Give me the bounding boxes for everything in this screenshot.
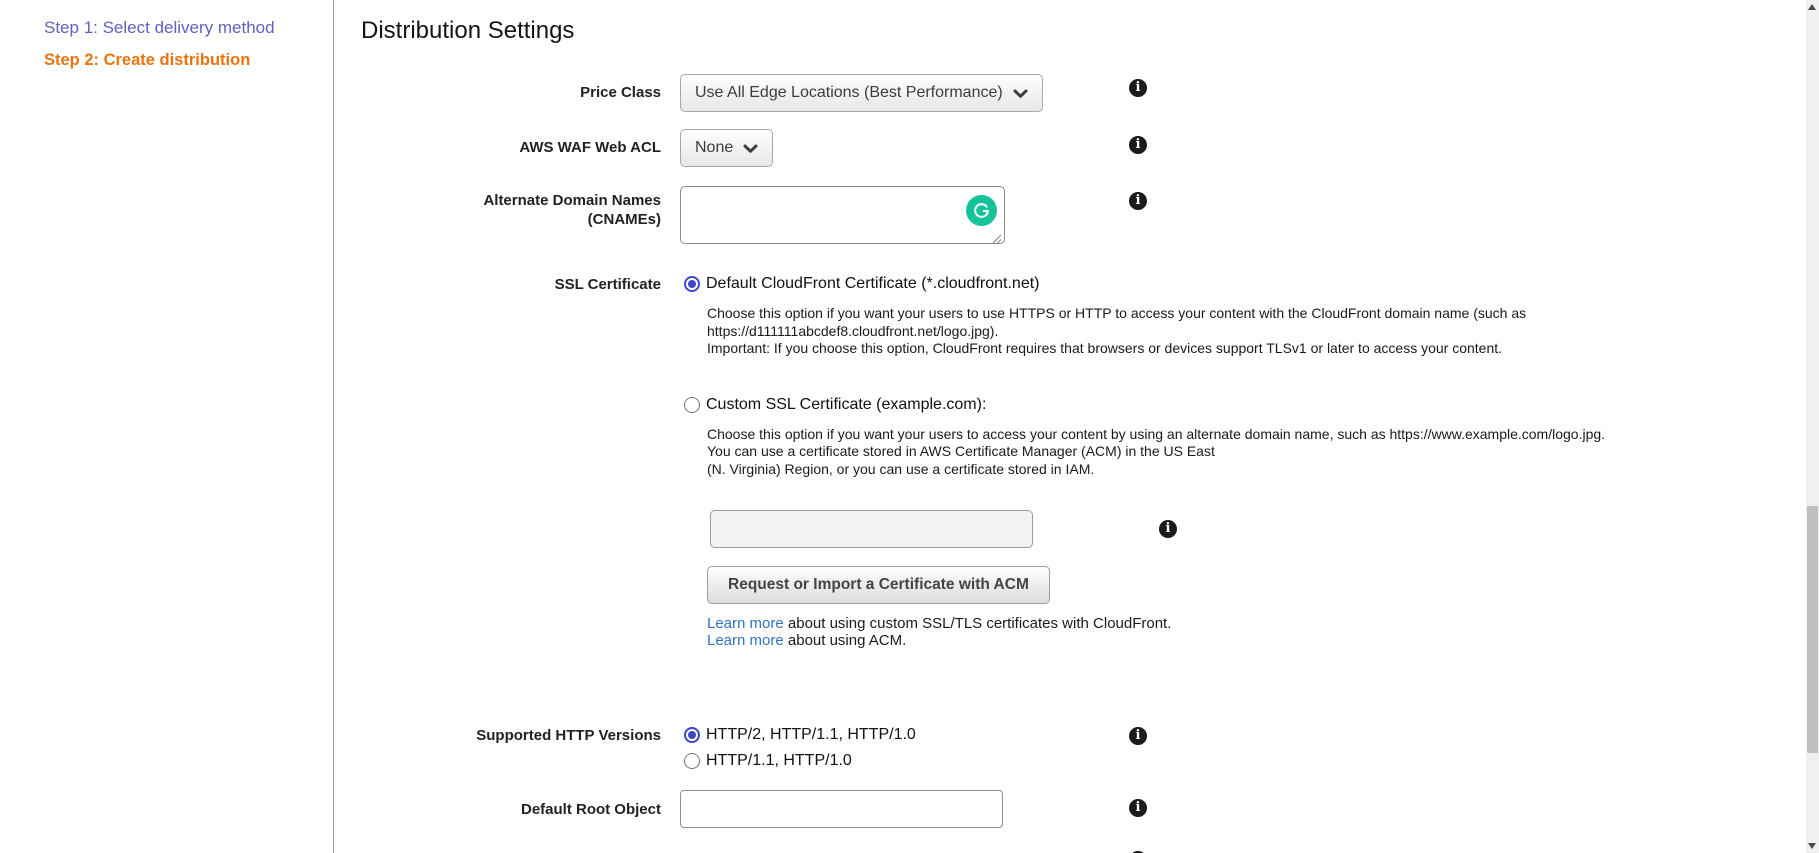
cnames-label: Alternate Domain Names (CNAMEs): [361, 186, 661, 229]
waf-selected-value: None: [695, 139, 733, 157]
learn-more-acm-line: Learn more about using ACM.: [707, 633, 1605, 650]
form-row-http-versions: Supported HTTP Versions HTTP/2, HTTP/1.1…: [361, 724, 1806, 772]
default-root-object-info-icon[interactable]: i: [1129, 799, 1147, 817]
price-class-select[interactable]: Use All Edge Locations (Best Performance…: [680, 74, 1043, 112]
cnames-label-line2: (CNAMEs): [361, 210, 661, 229]
waf-web-acl-select[interactable]: None: [680, 129, 773, 167]
custom-certificate-input[interactable]: [710, 510, 1033, 548]
vertical-scrollbar[interactable]: [1806, 0, 1819, 853]
ssl-custom-certificate-option[interactable]: Custom SSL Certificate (example.com):: [680, 394, 1605, 416]
learn-more-acm-text: about using ACM.: [784, 632, 907, 649]
form-row-price-class: Price Class Use All Edge Locations (Best…: [361, 74, 1806, 112]
grammarly-icon[interactable]: [966, 195, 997, 226]
price-class-info-icon[interactable]: i: [1129, 79, 1147, 97]
cnames-info-icon[interactable]: i: [1129, 192, 1147, 210]
learn-more-acm-link[interactable]: Learn more: [707, 632, 784, 649]
ssl-default-option-label: Default CloudFront Certificate (*.cloudf…: [706, 273, 1039, 295]
form-row-alternate-domain-names: Alternate Domain Names (CNAMEs) i: [361, 186, 1806, 249]
learn-more-ssl-text: about using custom SSL/TLS certificates …: [784, 615, 1172, 632]
default-root-object-input[interactable]: [680, 790, 1003, 828]
chevron-down-icon: [743, 144, 758, 154]
ssl-custom-help-text: Choose this option if you want your user…: [707, 426, 1605, 479]
http11-option[interactable]: HTTP/1.1, HTTP/1.0: [680, 750, 916, 772]
custom-certificate-info-icon[interactable]: i: [1159, 520, 1177, 538]
cnames-label-line1: Alternate Domain Names: [361, 191, 661, 210]
cnames-textarea[interactable]: [680, 186, 1005, 244]
radio-button-icon[interactable]: [684, 276, 700, 292]
radio-button-icon[interactable]: [684, 397, 700, 413]
cloudfront-create-distribution-page: Step 1: Select delivery method Step 2: C…: [0, 0, 1819, 853]
ssl-certificate-label: SSL Certificate: [361, 273, 661, 294]
default-root-object-label: Default Root Object: [361, 790, 661, 819]
radio-button-icon[interactable]: [684, 753, 700, 769]
scroll-down-arrow-icon[interactable]: [1808, 843, 1816, 849]
radio-button-icon[interactable]: [684, 727, 700, 743]
sidebar-item-step1-select-delivery-method[interactable]: Step 1: Select delivery method: [44, 17, 323, 39]
custom-certificate-input-row: i: [710, 510, 1605, 548]
form-row-waf-web-acl: AWS WAF Web ACL None i: [361, 129, 1806, 167]
price-class-selected-value: Use All Edge Locations (Best Performance…: [695, 84, 1003, 102]
distribution-settings-form: Distribution Settings Price Class Use Al…: [335, 0, 1806, 853]
waf-web-acl-info-icon[interactable]: i: [1129, 136, 1147, 154]
ssl-default-help-text: Choose this option if you want your user…: [707, 305, 1605, 358]
ssl-default-certificate-option[interactable]: Default CloudFront Certificate (*.cloudf…: [680, 273, 1605, 295]
request-certificate-acm-button[interactable]: Request or Import a Certificate with ACM: [707, 566, 1050, 604]
chevron-down-icon: [1013, 89, 1028, 99]
ssl-custom-option-label: Custom SSL Certificate (example.com):: [706, 394, 986, 416]
scrollbar-thumb[interactable]: [1807, 506, 1818, 753]
resize-grip-icon[interactable]: [992, 234, 1002, 244]
http-versions-label: Supported HTTP Versions: [361, 724, 661, 745]
http11-option-label: HTTP/1.1, HTTP/1.0: [706, 750, 852, 772]
form-row-default-root-object: Default Root Object i: [361, 790, 1806, 828]
http-versions-info-icon[interactable]: i: [1129, 727, 1147, 745]
sidebar-item-step2-create-distribution: Step 2: Create distribution: [44, 49, 323, 71]
learn-more-ssl-line: Learn more about using custom SSL/TLS ce…: [707, 616, 1605, 633]
form-row-ssl-certificate: SSL Certificate Default CloudFront Certi…: [361, 273, 1806, 649]
scroll-up-arrow-icon[interactable]: [1808, 4, 1816, 10]
learn-more-ssl-link[interactable]: Learn more: [707, 615, 784, 632]
price-class-label: Price Class: [361, 74, 661, 102]
page-title: Distribution Settings: [361, 16, 1806, 46]
http2-option-label: HTTP/2, HTTP/1.1, HTTP/1.0: [706, 724, 916, 746]
http2-option[interactable]: HTTP/2, HTTP/1.1, HTTP/1.0: [680, 724, 916, 746]
wizard-steps-sidebar: Step 1: Select delivery method Step 2: C…: [0, 0, 334, 853]
waf-web-acl-label: AWS WAF Web ACL: [361, 129, 661, 157]
